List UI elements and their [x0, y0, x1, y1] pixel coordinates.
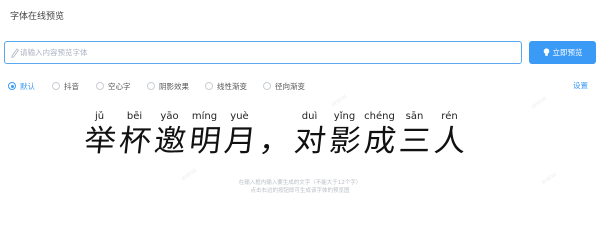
preview-text-line: jǔ 举 bēi 杯 yāo 邀 míng 明 yuè 月， duì 对 yǐng 影 chéng 成 sān 三… — [82, 110, 467, 160]
hint-line-2: 点击右边的按钮即可生成该字体的预览图 — [250, 188, 350, 194]
radio-icon[interactable] — [263, 82, 271, 90]
watermark: www. — [329, 91, 350, 109]
hanzi-glyph: 举 — [81, 124, 118, 159]
pinyin-label: rén — [441, 111, 458, 122]
preview-now-button[interactable]: 立即预览 — [529, 41, 596, 64]
radio-icon[interactable] — [147, 82, 155, 90]
search-box[interactable] — [4, 41, 522, 64]
search-input[interactable] — [20, 44, 515, 61]
hanzi-glyph: 成 — [361, 124, 398, 159]
pinyin-label: jǔ — [94, 111, 105, 122]
bulb-icon — [543, 48, 549, 56]
effect-hollow[interactable]: 空心字 — [96, 79, 131, 93]
effect-default[interactable]: 默认 — [8, 79, 35, 93]
hint-line-1: 在输入框内输入要生成的文字（不能大于12个字） — [238, 180, 362, 186]
effect-options: 默认 抖音 空心字 阴影效果 线性渐变 径向渐变 设置 — [0, 79, 600, 93]
preview-char: rén 人 — [432, 110, 467, 160]
pinyin-label: yǐng — [333, 111, 356, 122]
pinyin-label: yuè — [230, 111, 249, 122]
preview-char: yuè 月 — [222, 110, 257, 160]
hanzi-glyph: 人 — [431, 124, 468, 159]
hanzi-glyph: 杯 — [116, 124, 153, 159]
preview-now-label: 立即预览 — [552, 48, 583, 57]
pen-icon — [11, 48, 20, 58]
effect-douyin[interactable]: 抖音 — [52, 79, 79, 93]
radio-icon[interactable] — [8, 82, 16, 90]
pinyin-label: yāo — [160, 111, 179, 122]
hanzi-glyph: 三 — [396, 124, 433, 159]
effect-shadow[interactable]: 阴影效果 — [147, 79, 189, 93]
pinyin-label: bēi — [126, 111, 143, 122]
effect-label: 径向渐变 — [275, 81, 305, 91]
preview-char: yāo 邀 — [152, 110, 187, 160]
pinyin-label: sān — [405, 111, 424, 122]
effect-radial-gradient[interactable]: 径向渐变 — [263, 79, 305, 93]
preview-char: bēi 杯 — [117, 110, 152, 160]
hanzi-glyph: ， — [256, 124, 293, 159]
search-row: 立即预览 — [4, 41, 596, 64]
radio-icon[interactable] — [52, 82, 60, 90]
preview-char: jǔ 举 — [82, 110, 117, 160]
hanzi-glyph: 对 — [291, 124, 328, 159]
watermark: www. — [529, 93, 550, 111]
settings-link[interactable]: 设置 — [573, 79, 588, 93]
pinyin-label: chéng — [364, 111, 395, 122]
pinyin-label: míng — [191, 111, 218, 122]
effect-linear-gradient[interactable]: 线性渐变 — [205, 79, 247, 93]
hanzi-glyph: 邀 — [151, 124, 188, 159]
preview-char: chéng 成 — [362, 110, 397, 160]
hanzi-glyph: 明 — [186, 124, 223, 159]
pinyin-label: duì — [301, 111, 318, 122]
radio-icon[interactable] — [96, 82, 104, 90]
preview-char: ， — [257, 110, 292, 160]
hanzi-glyph: 月 — [221, 124, 258, 159]
hanzi-glyph: 影 — [326, 124, 363, 159]
effect-label: 线性渐变 — [217, 81, 247, 91]
preview-char: yǐng 影 — [327, 110, 362, 160]
radio-icon[interactable] — [205, 82, 213, 90]
effect-label: 空心字 — [108, 81, 131, 91]
preview-char: míng 明 — [187, 110, 222, 160]
effect-label: 默认 — [20, 81, 35, 91]
preview-char: duì 对 — [292, 110, 327, 160]
preview-char: sān 三 — [397, 110, 432, 160]
panel-title: 字体在线预览 — [10, 12, 65, 22]
effect-label: 抖音 — [64, 81, 79, 91]
effect-label: 阴影效果 — [159, 81, 189, 91]
